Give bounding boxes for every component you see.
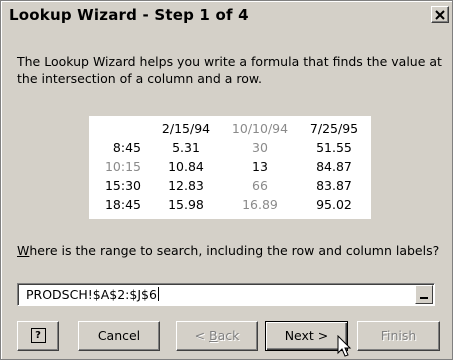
preview-cell: 5.31 [172, 140, 200, 155]
lookup-wizard-dialog: Lookup Wizard - Step 1 of 4 The Lookup W… [0, 0, 453, 360]
preview-cell: 66 [252, 178, 268, 193]
preview-cell: 16.89 [242, 197, 278, 212]
help-icon: ? [30, 328, 46, 343]
question-text: here is the range to search, including t… [29, 243, 440, 258]
window-title: Lookup Wizard - Step 1 of 4 [9, 6, 249, 24]
range-question-label: Where is the range to search, including … [17, 243, 442, 259]
preview-row: 8:45 5.31 30 51.55 [89, 138, 371, 157]
next-button[interactable]: Next > [265, 321, 348, 351]
column-header: 2/15/94 [161, 121, 211, 136]
preview-cell: 13 [252, 159, 268, 174]
range-input-value: PRODSCH!$A$2:$J$6 [26, 287, 159, 302]
cancel-button[interactable]: Cancel [78, 321, 160, 351]
preview-cell: 12.83 [168, 178, 204, 193]
preview-cell: 95.02 [316, 197, 352, 212]
mouse-pointer-icon [337, 335, 352, 357]
preview-cell: 83.87 [316, 178, 352, 193]
back-rest: ack [217, 328, 240, 343]
back-prefix: < [194, 328, 210, 343]
row-header: 18:45 [104, 197, 141, 212]
range-value-text: PRODSCH!$A$2:$J$6 [26, 287, 157, 302]
collapse-dialog-button[interactable] [415, 285, 433, 304]
back-accelerator: B [209, 328, 218, 343]
preview-cell: 51.55 [316, 140, 352, 155]
row-header: 8:45 [112, 140, 141, 155]
accelerator-key: W [17, 243, 30, 258]
column-header: 10/10/94 [231, 121, 289, 136]
text-caret [157, 287, 159, 301]
corner-cell [89, 119, 149, 138]
preview-row: 15:30 12.83 66 83.87 [89, 176, 371, 195]
finish-button[interactable]: Finish [357, 321, 440, 351]
data-preview: 2/15/94 10/10/94 7/25/95 8:45 5.31 30 51… [89, 116, 371, 219]
help-button[interactable]: ? [17, 321, 59, 351]
range-input[interactable]: PRODSCH!$A$2:$J$6 [17, 283, 435, 306]
row-header: 10:15 [104, 159, 141, 174]
preview-header-row: 2/15/94 10/10/94 7/25/95 [89, 119, 371, 138]
back-button[interactable]: < Back [176, 321, 258, 351]
preview-row: 10:15 10.84 13 84.87 [89, 157, 371, 176]
close-icon [435, 10, 445, 20]
wizard-description: The Lookup Wizard helps you write a form… [17, 54, 442, 86]
preview-table: 2/15/94 10/10/94 7/25/95 8:45 5.31 30 51… [89, 119, 371, 214]
preview-cell: 10.84 [168, 159, 204, 174]
collapse-icon [420, 297, 428, 299]
row-header: 15:30 [104, 178, 141, 193]
preview-cell: 84.87 [316, 159, 352, 174]
close-button[interactable] [431, 6, 449, 23]
preview-cell: 30 [252, 140, 268, 155]
preview-cell: 15.98 [168, 197, 204, 212]
column-header: 7/25/95 [309, 121, 359, 136]
title-bar[interactable]: Lookup Wizard - Step 1 of 4 [3, 3, 450, 29]
preview-row: 18:45 15.98 16.89 95.02 [89, 195, 371, 214]
